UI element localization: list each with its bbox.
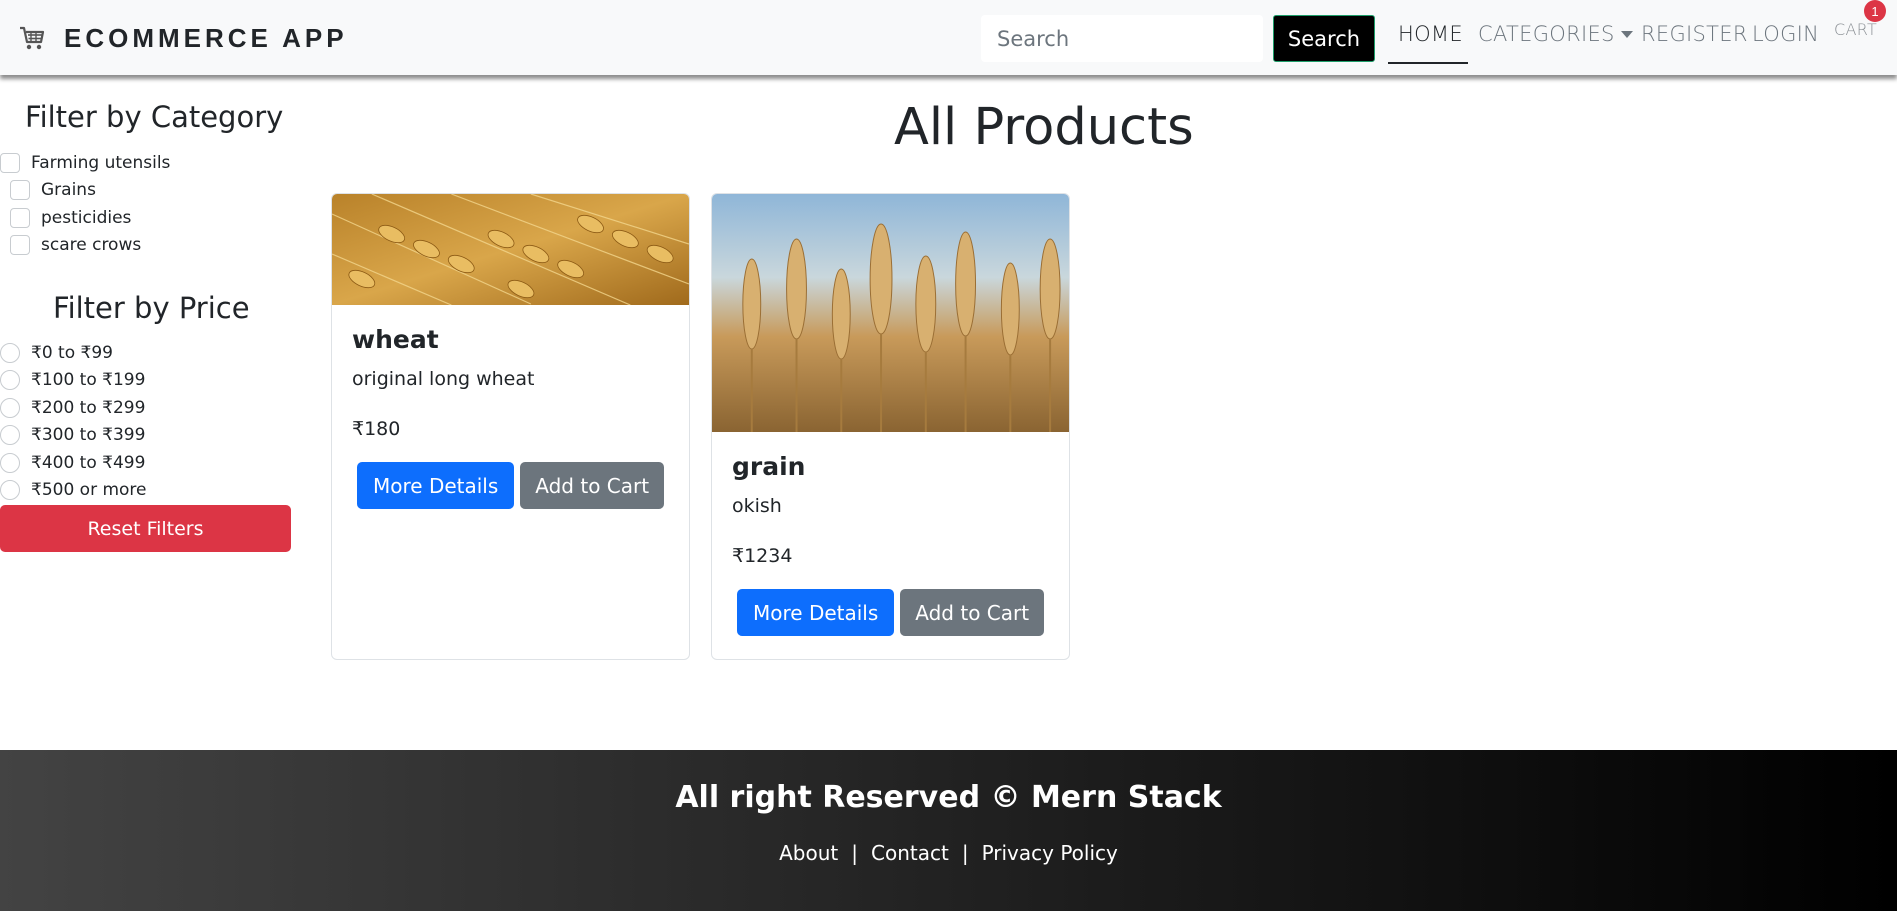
product-name: grain (732, 452, 806, 481)
footer-about-link[interactable]: About (779, 841, 838, 865)
footer-privacy-link[interactable]: Privacy Policy (982, 841, 1118, 865)
category-filter-item[interactable]: Farming utensils (0, 153, 170, 173)
nav-register-link[interactable]: REGISTER (1641, 22, 1748, 46)
category-label: pesticidies (41, 208, 132, 228)
price-filter-item[interactable]: ₹300 to ₹399 (0, 425, 145, 445)
add-to-cart-button[interactable]: Add to Cart (900, 589, 1045, 636)
product-card: wheat original long wheat ₹180 More Deta… (331, 193, 690, 660)
product-image-grain (712, 194, 1069, 432)
product-actions: More Details Add to Cart (352, 462, 669, 509)
footer-links: About | Contact | Privacy Policy (0, 841, 1897, 865)
product-price: ₹180 (352, 418, 401, 440)
footer: All right Reserved © Mern Stack About | … (0, 750, 1897, 911)
price-label: ₹400 to ₹499 (31, 453, 146, 473)
product-actions: More Details Add to Cart (732, 589, 1049, 636)
search-input[interactable] (981, 15, 1263, 62)
nav-login-link[interactable]: LOGIN (1752, 22, 1819, 46)
price-filter-item[interactable]: ₹400 to ₹499 (0, 453, 145, 473)
price-label: ₹500 or more (31, 480, 147, 500)
active-nav-underline (1388, 62, 1468, 64)
price-filter-title: Filter by Price (53, 291, 250, 325)
more-details-button[interactable]: More Details (737, 589, 895, 636)
nav-cart-link[interactable]: CART (1834, 20, 1877, 39)
category-label: scare crows (41, 235, 142, 255)
brand-link[interactable]: ECOMMERCE APP (18, 22, 348, 54)
product-card-body: grain okish ₹1234 More Details Add to Ca… (712, 432, 1069, 636)
price-radio[interactable] (0, 453, 20, 473)
nav-home-link[interactable]: HOME (1398, 22, 1463, 46)
brand-title: ECOMMERCE APP (64, 22, 348, 53)
price-label: ₹0 to ₹99 (31, 343, 113, 363)
category-filter-item[interactable]: scare crows (10, 235, 141, 255)
footer-separator: | (961, 841, 969, 865)
footer-contact-link[interactable]: Contact (871, 841, 949, 865)
nav-categories-label: CATEGORIES (1478, 22, 1615, 46)
more-details-button[interactable]: More Details (357, 462, 515, 509)
search-button[interactable]: Search (1273, 15, 1375, 62)
footer-separator: | (851, 841, 858, 865)
price-label: ₹300 to ₹399 (31, 425, 146, 445)
price-radio[interactable] (0, 343, 20, 363)
product-image-wheat (332, 194, 689, 305)
price-filter-item[interactable]: ₹500 or more (0, 480, 147, 500)
navbar: ECOMMERCE APP Search HOME CATEGORIES REG… (0, 0, 1897, 75)
cart-count-badge: 1 (1864, 0, 1886, 22)
reset-filters-button[interactable]: Reset Filters (0, 505, 291, 552)
category-checkbox[interactable] (10, 180, 30, 200)
price-label: ₹100 to ₹199 (31, 370, 146, 390)
category-checkbox[interactable] (0, 153, 20, 173)
price-filter-item[interactable]: ₹0 to ₹99 (0, 343, 113, 363)
nav-categories-dropdown[interactable]: CATEGORIES (1478, 22, 1633, 46)
category-filter-item[interactable]: Grains (10, 180, 96, 200)
product-description: okish (732, 495, 782, 517)
price-radio[interactable] (0, 398, 20, 418)
price-radio[interactable] (0, 425, 20, 445)
product-card-body: wheat original long wheat ₹180 More Deta… (332, 305, 689, 509)
category-filter-item[interactable]: pesticidies (10, 208, 131, 228)
category-label: Grains (41, 180, 96, 200)
price-filter-item[interactable]: ₹100 to ₹199 (0, 370, 145, 390)
caret-down-icon (1620, 30, 1633, 38)
category-checkbox[interactable] (10, 235, 30, 255)
price-label: ₹200 to ₹299 (31, 398, 146, 418)
page: ECOMMERCE APP Search HOME CATEGORIES REG… (0, 0, 1897, 911)
category-checkbox[interactable] (10, 208, 30, 228)
add-to-cart-button[interactable]: Add to Cart (520, 462, 665, 509)
product-description: original long wheat (352, 368, 535, 390)
page-title: All Products (894, 98, 1194, 157)
price-filter-item[interactable]: ₹200 to ₹299 (0, 398, 145, 418)
category-label: Farming utensils (31, 153, 171, 173)
product-price: ₹1234 (732, 545, 793, 567)
footer-copyright: All right Reserved © Mern Stack (675, 780, 1222, 815)
price-radio[interactable] (0, 480, 20, 500)
price-radio[interactable] (0, 370, 20, 390)
shopping-cart-icon (20, 26, 45, 50)
product-card: grain okish ₹1234 More Details Add to Ca… (711, 193, 1070, 660)
category-filter-title: Filter by Category (25, 100, 284, 134)
product-name: wheat (352, 325, 439, 354)
